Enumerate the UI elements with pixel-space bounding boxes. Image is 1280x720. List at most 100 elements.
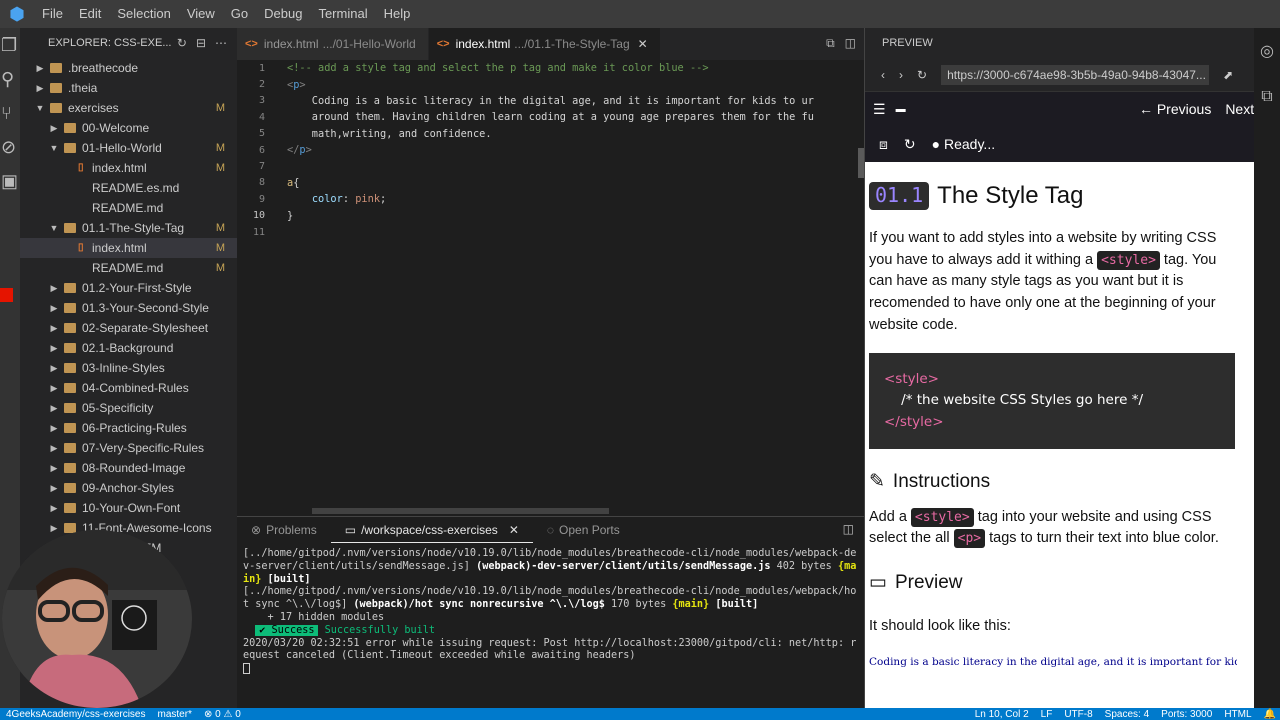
tree-item-label: 10-Your-Own-Font xyxy=(82,501,181,515)
menu-file[interactable]: File xyxy=(34,0,71,28)
collapse-icon[interactable]: ⊟ xyxy=(196,36,206,50)
tree-folder[interactable]: ▶ 09-Anchor-Styles xyxy=(20,478,237,498)
extensions-icon[interactable]: ▣ xyxy=(0,164,20,198)
github-icon[interactable]: ◎ xyxy=(1254,28,1280,74)
tree-folder[interactable]: ▶ 04-Combined-Rules xyxy=(20,378,237,398)
code-line[interactable]: 3 Coding is a basic literacy in the digi… xyxy=(237,93,864,109)
maximize-panel-icon[interactable]: ◫ xyxy=(843,522,854,536)
menu-terminal[interactable]: Terminal xyxy=(310,0,375,28)
tree-folder[interactable]: ▶ 01.2-Your-First-Style xyxy=(20,278,237,298)
more-icon[interactable]: ⋯ xyxy=(215,36,227,50)
tree-folder[interactable]: ▼ exercises M xyxy=(20,98,237,118)
code-line[interactable]: 8 a{ xyxy=(237,175,864,191)
chevron-right-icon: ▶ xyxy=(50,502,58,513)
close-terminal-icon[interactable]: ✕ xyxy=(509,523,519,537)
tree-file[interactable]: README.md xyxy=(20,198,237,218)
tab-open-ports[interactable]: ◌ Open Ports xyxy=(533,517,634,543)
tab-hello-world-index[interactable]: <> index.html .../01-Hello-World xyxy=(237,28,429,60)
menu-debug[interactable]: Debug xyxy=(256,0,310,28)
tree-folder[interactable]: ▶ 01.3-Your-Second-Style xyxy=(20,298,237,318)
code-line[interactable]: 4 around them. Having children learn cod… xyxy=(237,109,864,125)
tree-folder[interactable]: ▶ 08-Rounded-Image xyxy=(20,458,237,478)
tree-folder[interactable]: ▶ .breathecode xyxy=(20,58,237,78)
status-ports[interactable]: Ports: 3000 xyxy=(1161,709,1212,720)
tree-folder[interactable]: ▶ .theia xyxy=(20,78,237,98)
hamburger-menu-icon[interactable]: ☰ xyxy=(873,101,886,118)
open-in-browser-icon[interactable]: ⬈ xyxy=(1223,68,1233,82)
code-line[interactable]: 10} xyxy=(237,208,864,224)
code-editor[interactable]: 1 <!-- add a style tag and select the p t… xyxy=(237,60,864,240)
terminal-line: [../home/gitpod/.nvm/versions/node/v10.1… xyxy=(243,586,857,611)
tree-folder[interactable]: ▶ 07-Very-Specific-Rules xyxy=(20,438,237,458)
chevron-right-icon: ▶ xyxy=(50,422,58,433)
forward-icon[interactable]: › xyxy=(899,68,903,82)
search-icon[interactable]: ⚲ xyxy=(0,62,20,96)
menu-edit[interactable]: Edit xyxy=(71,0,109,28)
flag-icon[interactable]: ▬ xyxy=(896,104,906,115)
refresh-icon[interactable]: ↻ xyxy=(177,36,187,50)
tree-folder[interactable]: ▶ 03-Inline-Styles xyxy=(20,358,237,378)
status-indent[interactable]: Spaces: 4 xyxy=(1105,709,1149,720)
status-repo[interactable]: 4GeeksAcademy/css-exercises xyxy=(6,709,146,720)
tree-folder[interactable]: ▼ 01.1-The-Style-Tag M xyxy=(20,218,237,238)
tree-folder[interactable]: ▶ 06-Practicing-Rules xyxy=(20,418,237,438)
tree-item-label: .theia xyxy=(68,81,98,95)
status-cursor-pos[interactable]: Ln 10, Col 2 xyxy=(975,709,1029,720)
previous-button[interactable]: ← Previous xyxy=(1139,101,1211,117)
line-text: } xyxy=(287,209,294,222)
menu-go[interactable]: Go xyxy=(223,0,256,28)
status-encoding[interactable]: UTF-8 xyxy=(1064,709,1092,720)
open-preview-icon[interactable]: ◫ xyxy=(845,36,856,51)
tree-folder[interactable]: ▶ 00-Welcome xyxy=(20,118,237,138)
gift-icon[interactable]: ⧈ xyxy=(879,136,888,153)
tab-style-tag-index[interactable]: <> index.html .../01.1-The-Style-Tag ✕ xyxy=(428,28,661,60)
code-line[interactable]: 2 <p> xyxy=(237,76,864,92)
horizontal-scrollbar[interactable] xyxy=(312,508,609,514)
menu-help[interactable]: Help xyxy=(376,0,419,28)
debug-icon[interactable]: ⊘ xyxy=(0,130,20,164)
status-language[interactable]: HTML xyxy=(1224,709,1251,720)
tree-file[interactable]: README.md M xyxy=(20,258,237,278)
status-problems[interactable]: ⊗ 0 ⚠ 0 xyxy=(204,709,241,720)
chevron-right-icon: ▶ xyxy=(50,482,58,493)
split-editor-icon[interactable]: ⧉ xyxy=(826,36,835,51)
code-line[interactable]: 7 xyxy=(237,158,864,174)
modified-badge: M xyxy=(215,162,225,174)
html-file-icon: ▯ xyxy=(78,242,84,253)
code-line[interactable]: 6 </p> xyxy=(237,142,864,158)
line-number: 10 xyxy=(252,210,265,222)
reload-icon[interactable]: ↻ xyxy=(917,68,927,82)
menu-view[interactable]: View xyxy=(179,0,223,28)
reset-icon[interactable]: ↻ xyxy=(904,136,916,153)
tree-folder[interactable]: ▶ 05-Specificity xyxy=(20,398,237,418)
code-line[interactable]: 9 color: pink; xyxy=(237,191,864,207)
intro-paragraph: If you want to add styles into a website… xyxy=(869,229,1217,333)
tab-problems[interactable]: ⊗ Problems xyxy=(237,517,331,543)
close-tab-icon[interactable]: ✕ xyxy=(638,37,648,51)
menu-selection[interactable]: Selection xyxy=(109,0,178,28)
tree-file[interactable]: ▯ index.html M xyxy=(20,158,237,178)
instructions-paragraph: Add a <style> tag into your website and … xyxy=(869,507,1219,549)
tab-terminal[interactable]: ▭ /workspace/css-exercises ✕ xyxy=(330,517,533,543)
tree-folder[interactable]: ▶ 02.1-Background xyxy=(20,338,237,358)
tree-folder[interactable]: ▶ 02-Separate-Stylesheet xyxy=(20,318,237,338)
tree-file[interactable]: ▯ index.html M xyxy=(20,238,237,258)
source-control-icon[interactable]: ⑂ xyxy=(0,96,20,130)
files-icon[interactable]: ❐ xyxy=(0,28,20,62)
html-file-icon: ▯ xyxy=(78,162,84,173)
tree-folder[interactable]: ▶ 10-Your-Own-Font xyxy=(20,498,237,518)
status-branch[interactable]: master* xyxy=(158,709,192,720)
layout-icon[interactable]: ⧉ xyxy=(1254,74,1280,120)
code-line[interactable]: 5 math,writing, and confidence. xyxy=(237,126,864,142)
folder-icon xyxy=(64,143,76,153)
tree-folder[interactable]: ▼ 01-Hello-World M xyxy=(20,138,237,158)
back-icon[interactable]: ‹ xyxy=(881,68,885,82)
tree-item-label: README.es.md xyxy=(92,181,180,195)
notifications-icon[interactable]: 🔔 xyxy=(1264,709,1276,720)
terminal-output[interactable]: [../home/gitpod/.nvm/versions/node/v10.1… xyxy=(237,543,857,676)
code-line[interactable]: 1 <!-- add a style tag and select the p t… xyxy=(237,60,864,76)
status-eol[interactable]: LF xyxy=(1041,709,1053,720)
tree-file[interactable]: README.es.md xyxy=(20,178,237,198)
code-line[interactable]: 11 xyxy=(237,224,864,240)
preview-url-input[interactable]: https://3000-c674ae98-3b5b-49a0-94b8-430… xyxy=(941,64,1210,85)
